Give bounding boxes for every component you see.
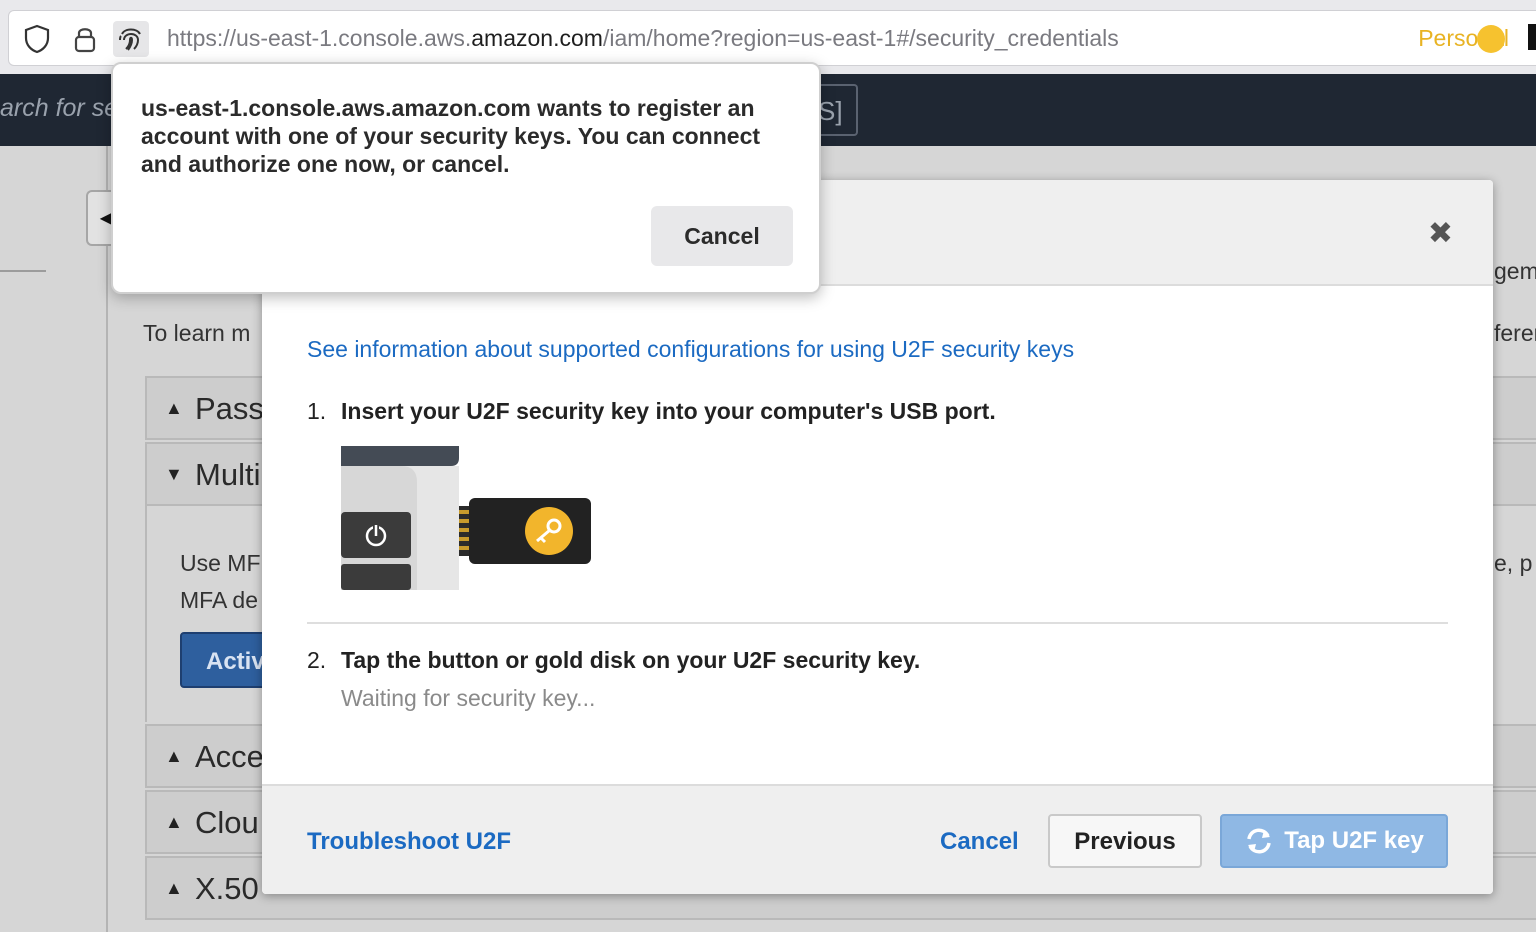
- aws-search-input[interactable]: arch for se: [0, 94, 118, 123]
- caret-up-icon: ▲: [165, 812, 183, 832]
- close-icon[interactable]: ✖: [1428, 216, 1453, 251]
- address-bar[interactable]: https://us-east-1.console.aws.amazon.com…: [8, 10, 1536, 66]
- mfa-description-right: e, p: [1494, 550, 1533, 576]
- usb-key-illustration: [341, 446, 591, 590]
- url-text[interactable]: https://us-east-1.console.aws.amazon.com…: [167, 25, 1119, 52]
- step-2: 2. Tap the button or gold disk on your U2…: [307, 647, 921, 673]
- caret-up-icon: ▲: [165, 878, 183, 898]
- step-divider: [307, 622, 1448, 624]
- security-key-permission-popup: us-east-1.console.aws.amazon.com wants t…: [111, 62, 821, 294]
- lock-icon[interactable]: [67, 21, 103, 57]
- refresh-icon: [1247, 828, 1271, 854]
- fingerprint-icon[interactable]: [113, 21, 149, 57]
- tap-u2f-key-button[interactable]: Tap U2F key: [1220, 814, 1448, 868]
- popup-cancel-button[interactable]: Cancel: [651, 206, 793, 266]
- step-1: 1. Insert your U2F security key into your…: [307, 398, 996, 424]
- popup-message: us-east-1.console.aws.amazon.com wants t…: [141, 95, 761, 177]
- modal-footer: Troubleshoot U2F Cancel Previous Tap U2F…: [262, 784, 1493, 894]
- learn-more-text: To learn m: [143, 320, 251, 346]
- menu-icon[interactable]: [1528, 24, 1536, 50]
- u2f-info-link[interactable]: See information about supported configur…: [307, 336, 1074, 363]
- shield-icon[interactable]: [19, 21, 55, 57]
- troubleshoot-u2f-link[interactable]: Troubleshoot U2F: [307, 828, 511, 856]
- caret-up-icon: ▲: [165, 746, 183, 766]
- learn-more-text-right: ferer: [1494, 320, 1536, 346]
- waiting-status: Waiting for security key...: [341, 685, 596, 711]
- manage-text-fragment: gem: [1494, 258, 1536, 284]
- nav-divider: [0, 270, 46, 272]
- caret-up-icon: ▲: [165, 398, 183, 418]
- caret-down-icon: ▼: [165, 464, 183, 484]
- left-nav-panel: [0, 146, 108, 932]
- mfa-description-2: MFA de: [180, 587, 258, 613]
- profile-avatar[interactable]: [1477, 25, 1505, 53]
- previous-button[interactable]: Previous: [1048, 814, 1202, 868]
- mfa-description: Use MF: [180, 550, 261, 576]
- cancel-link[interactable]: Cancel: [940, 828, 1019, 856]
